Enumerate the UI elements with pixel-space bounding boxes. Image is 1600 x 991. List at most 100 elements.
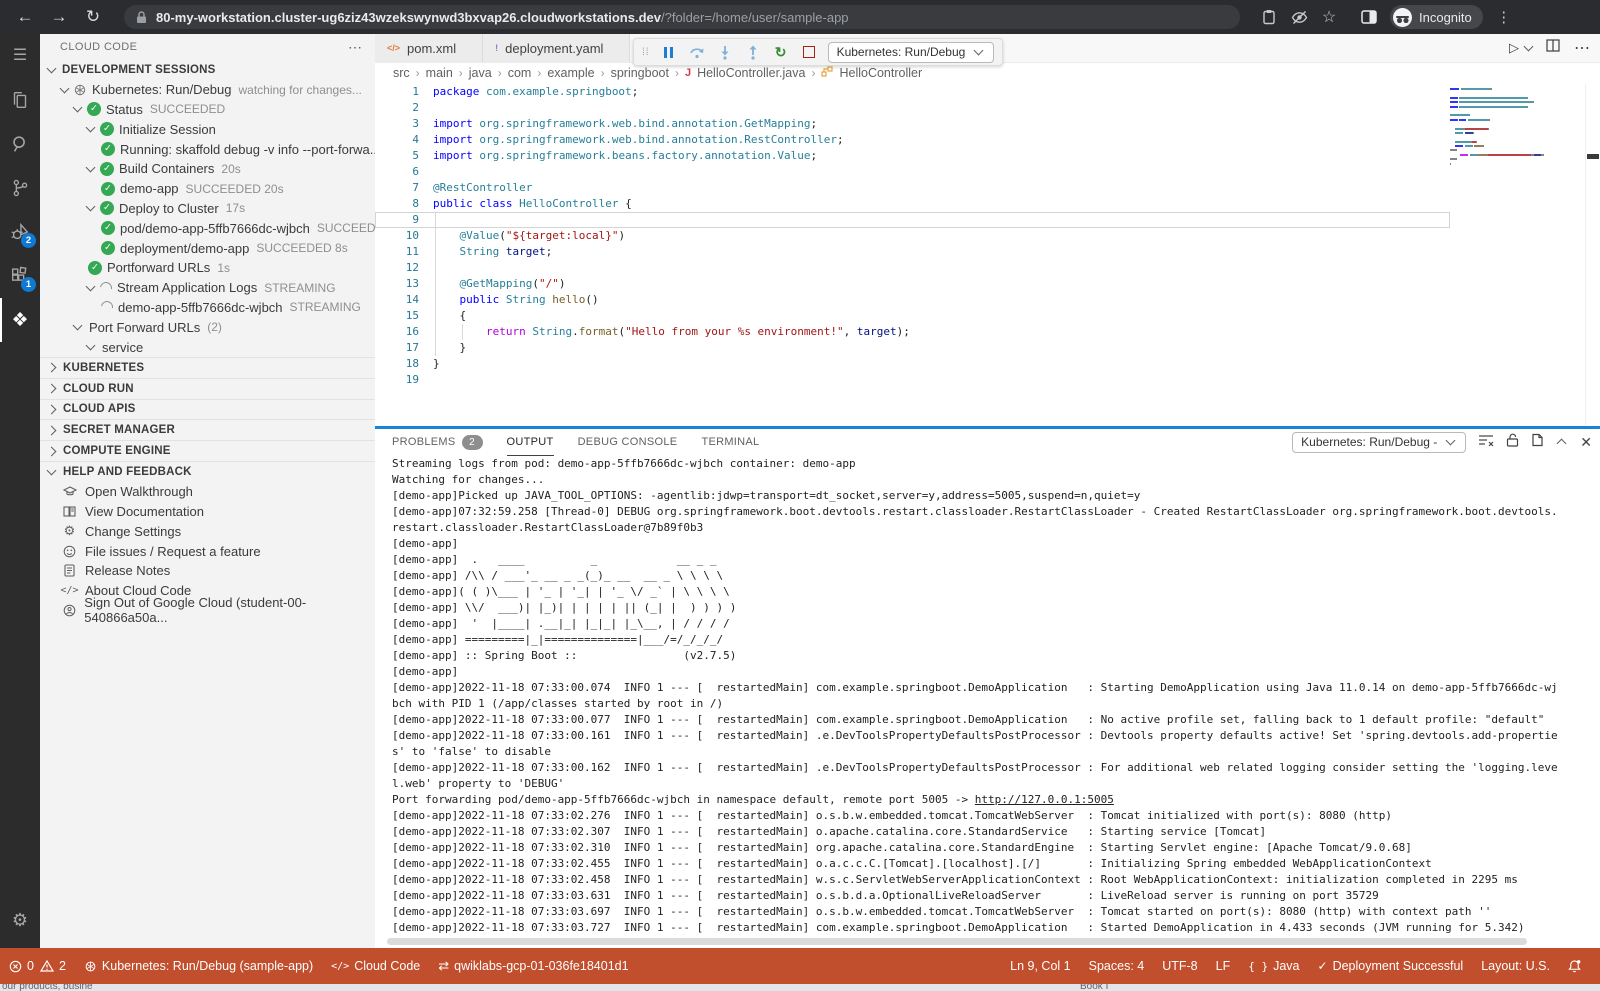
- run-file-icon[interactable]: ▷: [1509, 40, 1519, 56]
- status-0[interactable]: 0: [0, 948, 36, 984]
- help-item-view-documentation[interactable]: View Documentation: [40, 502, 375, 522]
- forward-icon[interactable]: →: [42, 3, 76, 31]
- status-2[interactable]: 2: [36, 948, 75, 984]
- activity-run-debug-icon[interactable]: 2: [0, 210, 40, 254]
- tree-item[interactable]: ✓Deploy to Cluster17s: [40, 199, 375, 219]
- activity-explorer-icon[interactable]: [0, 78, 40, 122]
- status-java[interactable]: { }Java: [1239, 948, 1308, 984]
- side-panel-icon[interactable]: [1354, 4, 1384, 30]
- breadcrumb-item[interactable]: springboot: [611, 66, 669, 80]
- status-ln-9-col-1[interactable]: Ln 9, Col 1: [1001, 948, 1079, 984]
- breadcrumb-item[interactable]: example: [547, 66, 594, 80]
- breadcrumb-file[interactable]: HelloController.java: [697, 66, 805, 80]
- tree-item[interactable]: demo-app-5ffb7666dc-wjbchSTREAMING: [40, 298, 375, 318]
- activity-search-icon[interactable]: [0, 122, 40, 166]
- status-layout-u-s-[interactable]: Layout: U.S.: [1472, 948, 1559, 984]
- activity-menu-icon[interactable]: ☰: [0, 34, 40, 78]
- stop-icon[interactable]: [800, 43, 818, 61]
- editor-scrollbar[interactable]: [1585, 84, 1600, 426]
- eye-off-icon[interactable]: [1284, 4, 1314, 30]
- pause-icon[interactable]: [660, 43, 678, 61]
- tree-item[interactable]: Kubernetes: Run/Debugwatching for change…: [40, 80, 375, 100]
- panel-tab-debug-console[interactable]: DEBUG CONSOLE: [578, 429, 678, 455]
- sidebar-section-cloud-apis[interactable]: CLOUD APIS: [40, 399, 375, 420]
- tree-item[interactable]: ✓demo-appSUCCEEDED 20s: [40, 179, 375, 199]
- status-lf[interactable]: LF: [1207, 948, 1240, 984]
- activity-settings-gear-icon[interactable]: ⚙: [0, 898, 40, 942]
- activity-cloud-code-icon[interactable]: ❖: [0, 298, 40, 342]
- status-utf-8[interactable]: UTF-8: [1153, 948, 1206, 984]
- sidebar-section-secret-manager[interactable]: SECRET MANAGER: [40, 419, 375, 440]
- sidebar-section-kubernetes[interactable]: KUBERNETES: [40, 357, 375, 378]
- tree-item[interactable]: Port Forward URLs(2): [40, 317, 375, 337]
- status-item-label: Layout: U.S.: [1481, 959, 1550, 973]
- tab-pom-xml[interactable]: </>pom.xml: [375, 34, 483, 62]
- panel-tab-problems[interactable]: PROBLEMS2: [392, 429, 483, 455]
- panel-tab-output[interactable]: OUTPUT: [507, 429, 554, 456]
- sidebar-section-compute-engine[interactable]: COMPUTE ENGINE: [40, 440, 375, 461]
- help-item-file-issues[interactable]: File issues / Request a feature: [40, 541, 375, 561]
- split-editor-icon[interactable]: [1546, 39, 1560, 57]
- maximize-panel-icon[interactable]: [1557, 439, 1567, 449]
- step-out-icon[interactable]: [744, 43, 762, 61]
- bookmark-star-icon[interactable]: ☆: [1314, 4, 1344, 30]
- status-item-label: LF: [1216, 959, 1231, 973]
- output-channel-dropdown[interactable]: Kubernetes: Run/Debug -: [1292, 432, 1466, 453]
- restart-icon[interactable]: ↻: [772, 43, 790, 61]
- panel-horizontal-scrollbar[interactable]: [387, 938, 1527, 945]
- step-over-icon[interactable]: [688, 43, 706, 61]
- sidebar-section-help-and-feedback[interactable]: HELP AND FEEDBACK: [40, 461, 375, 482]
- help-item-label: Open Walkthrough: [85, 484, 193, 499]
- clear-output-icon[interactable]: [1478, 433, 1494, 451]
- unlock-icon[interactable]: [1506, 433, 1519, 452]
- help-item-release-notes[interactable]: Release Notes: [40, 561, 375, 581]
- status-cloud-code[interactable]: </>Cloud Code: [322, 948, 429, 984]
- sidebar-more-icon[interactable]: ⋯: [348, 39, 363, 56]
- tree-section-header[interactable]: DEVELOPMENT SESSIONS: [40, 60, 375, 80]
- activity-extensions-icon[interactable]: 1: [0, 254, 40, 298]
- activity-source-control-icon[interactable]: [0, 166, 40, 210]
- status-deployment-successful[interactable]: ✓Deployment Successful: [1309, 948, 1473, 984]
- breadcrumb-item[interactable]: src: [393, 66, 410, 80]
- breadcrumb-item[interactable]: java: [469, 66, 492, 80]
- tree-item[interactable]: ✓Running: skaffold debug -v info --port-…: [40, 139, 375, 159]
- step-into-icon[interactable]: [716, 43, 734, 61]
- reload-icon[interactable]: ↻: [76, 3, 110, 31]
- status-kubernetes-run-debug-sam[interactable]: Kubernetes: Run/Debug (sample-app): [75, 948, 322, 984]
- tree-item[interactable]: Stream Application LogsSTREAMING: [40, 278, 375, 298]
- run-options-chevron-icon[interactable]: [1524, 41, 1534, 51]
- editor-more-icon[interactable]: ⋯: [1574, 38, 1590, 58]
- breadcrumb-item[interactable]: main: [426, 66, 453, 80]
- tree-item[interactable]: ✓Build Containers20s: [40, 159, 375, 179]
- browser-menu-icon[interactable]: ⋮: [1489, 4, 1519, 30]
- tree-item[interactable]: ✓Initialize Session: [40, 119, 375, 139]
- tree-item[interactable]: ✓Portforward URLs1s: [40, 258, 375, 278]
- open-log-file-icon[interactable]: [1531, 433, 1544, 452]
- toolbar-grip-icon[interactable]: ⁞⁞: [642, 47, 650, 58]
- help-item-change-settings[interactable]: ⚙Change Settings: [40, 521, 375, 541]
- clipboard-icon[interactable]: [1254, 4, 1284, 30]
- port-forward-link[interactable]: http://127.0.0.1:5005: [975, 793, 1114, 806]
- breadcrumb-item[interactable]: com: [508, 66, 532, 80]
- minimap[interactable]: [1450, 88, 1544, 171]
- help-item-open-walkthrough[interactable]: Open Walkthrough: [40, 482, 375, 502]
- code-editor[interactable]: 1package com.example.springboot;23import…: [375, 84, 1600, 426]
- help-item-sign-out[interactable]: Sign Out of Google Cloud (student-00-540…: [40, 601, 375, 621]
- output-log[interactable]: Streaming logs from pod: demo-app-5ffb76…: [375, 456, 1600, 936]
- close-panel-icon[interactable]: ✕: [1580, 434, 1592, 451]
- success-check-icon: ✓: [100, 122, 114, 136]
- status-spaces-4[interactable]: Spaces: 4: [1080, 948, 1154, 984]
- sidebar-section-cloud-run[interactable]: CLOUD RUN: [40, 378, 375, 399]
- tree-item[interactable]: service: [40, 337, 375, 357]
- back-icon[interactable]: ←: [8, 3, 42, 31]
- tab-deployment-yaml[interactable]: !deployment.yaml: [483, 34, 630, 62]
- url-bar[interactable]: 80-my-workstation.cluster-ug6ziz43wzeksw…: [124, 5, 1240, 29]
- status-qwiklabs-gcp-01-036fe184[interactable]: ⇄qwiklabs-gcp-01-036fe18401d1: [429, 948, 637, 984]
- debug-profile-dropdown[interactable]: Kubernetes: Run/Debug: [828, 42, 995, 63]
- tree-item[interactable]: ✓pod/demo-app-5ffb7666dc-wjbchSUCCEED...: [40, 218, 375, 238]
- tree-item[interactable]: ✓deployment/demo-appSUCCEEDED 8s: [40, 238, 375, 258]
- breadcrumb-symbol[interactable]: HelloController: [839, 66, 922, 80]
- tree-item[interactable]: ✓StatusSUCCEEDED: [40, 100, 375, 120]
- panel-tab-terminal[interactable]: TERMINAL: [701, 429, 759, 455]
- status-bell-icon[interactable]: [1559, 948, 1590, 984]
